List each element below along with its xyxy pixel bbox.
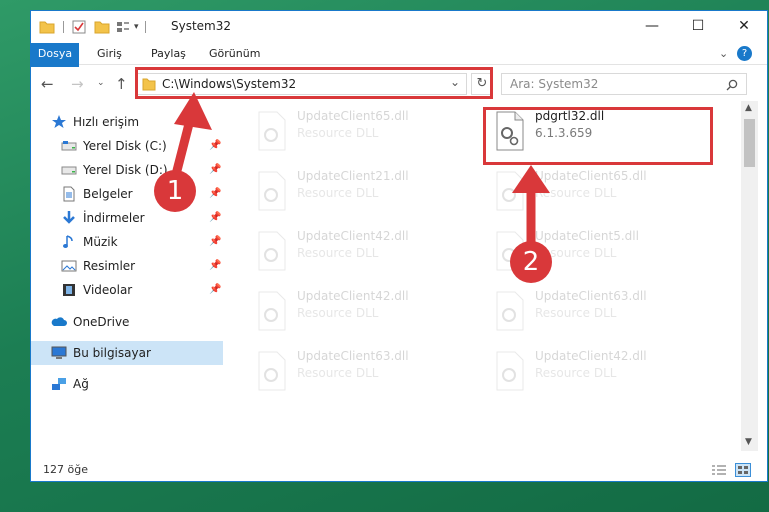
step2-badge: 2 [510,241,552,283]
search-icon [726,79,738,91]
file-highlight [483,107,713,165]
file-name: UpdateClient42.dll [535,349,647,363]
list-item[interactable]: UpdateClient63.dll Resource DLL [247,345,467,399]
step1-badge: 1 [154,170,196,212]
scroll-up-icon[interactable]: ▲ [745,103,752,113]
tab-share[interactable]: Paylaş [141,43,196,65]
expand-ribbon-icon[interactable]: ⌄ [719,47,728,60]
quick-access-toolbar: ▾ [39,18,152,36]
list-item[interactable]: UpdateClient42.dll Resource DLL [485,345,705,399]
view-options-icon[interactable] [116,20,130,34]
search-input[interactable]: Ara: System32 [501,73,747,95]
separator [144,21,146,33]
list-item[interactable]: UpdateClient42.dll Resource DLL [247,225,467,279]
sidebar-item-label: Müzik [83,235,118,249]
up-arrow-icon[interactable]: ↑ [115,75,128,93]
network-icon [52,378,66,390]
sidebar-item-pictures[interactable]: Resimler [61,255,135,277]
list-item[interactable]: UpdateClient63.dll Resource DLL [485,285,705,339]
sidebar-item-label: Videolar [83,283,133,297]
sidebar-item-onedrive[interactable]: OneDrive [51,311,129,333]
file-name: UpdateClient42.dll [297,229,409,243]
properties-icon[interactable] [72,20,86,34]
sidebar-item-label: Ağ [73,377,89,391]
sidebar-item-label: Resimler [83,259,136,273]
ribbon-tabs: Dosya Giriş Paylaş Görünüm ⌄ ? [31,43,767,97]
status-bar: 127 öğe [31,459,767,481]
sidebar-item-music[interactable]: Müzik [61,231,118,253]
sidebar-item-documents[interactable]: Belgeler [61,183,133,205]
dll-file-icon [258,291,286,331]
file-name: UpdateClient63.dll [535,289,647,303]
back-arrow-icon[interactable]: ← [41,75,54,93]
sidebar-item-label: İndirmeler [83,211,145,225]
title-bar: ▾ System32 — ☐ ✕ [31,11,767,43]
list-item[interactable]: UpdateClient42.dll Resource DLL [247,285,467,339]
music-icon [63,235,73,248]
sidebar-item-label: Belgeler [83,187,133,201]
dll-file-icon [258,231,286,271]
video-icon [63,284,75,296]
file-type: Resource DLL [535,306,617,320]
download-icon [63,211,75,224]
star-icon [52,115,66,128]
sidebar-item-network[interactable]: Ağ [51,373,89,395]
sidebar-item-label: Hızlı erişim [73,115,140,129]
file-name: UpdateClient42.dll [297,289,409,303]
folder-icon[interactable] [39,20,55,34]
sidebar-item-this-pc[interactable]: Bu bilgisayar [51,342,151,364]
customize-qa-dropdown-icon[interactable]: ▾ [134,22,139,32]
maximize-button[interactable]: ☐ [675,11,721,41]
scroll-down-icon[interactable]: ▼ [745,437,752,447]
details-view-icon[interactable] [711,464,727,476]
dll-file-icon [496,291,524,331]
sidebar-item-quick-access[interactable]: Hızlı erişim [51,111,139,133]
close-button[interactable]: ✕ [721,11,767,41]
new-folder-icon[interactable] [94,20,110,34]
tab-view[interactable]: Görünüm [199,43,270,65]
recent-locations-icon[interactable]: ⌄ [97,78,105,88]
file-type: Resource DLL [297,366,379,380]
list-item[interactable]: UpdateClient65.dll Resource DLL [247,105,467,159]
pictures-icon [61,260,77,272]
file-name: UpdateClient21.dll [297,169,409,183]
dll-file-icon [258,111,286,151]
dll-file-icon [258,171,286,211]
drive-icon [61,141,77,151]
sidebar-item-videos[interactable]: Videolar [61,279,132,301]
sidebar-item-downloads[interactable]: İndirmeler [61,207,145,229]
file-type: Resource DLL [297,126,379,140]
search-placeholder: Ara: System32 [510,77,599,91]
drive-icon [61,166,77,175]
vertical-scrollbar[interactable]: ▲ ▼ [741,101,758,451]
pin-icon[interactable]: 📌 [209,236,221,247]
help-icon[interactable]: ? [737,46,752,61]
sidebar-item-label: OneDrive [73,315,130,329]
pin-icon[interactable]: 📌 [209,284,221,295]
computer-icon [51,346,67,359]
window-title: System32 [171,19,232,33]
file-name: UpdateClient65.dll [297,109,409,123]
file-type: Resource DLL [297,186,379,200]
pin-icon[interactable]: 📌 [209,260,221,271]
documents-icon [63,186,75,202]
item-count: 127 öğe [43,463,88,476]
list-item[interactable]: UpdateClient21.dll Resource DLL [247,165,467,219]
large-icons-view-icon[interactable] [735,463,751,477]
dll-file-icon [496,351,524,391]
cloud-icon [51,317,67,326]
separator [63,21,64,33]
file-type: Resource DLL [297,246,379,260]
scrollbar-thumb[interactable] [744,119,755,167]
tab-home[interactable]: Giriş [87,43,132,65]
file-name: UpdateClient63.dll [297,349,409,363]
minimize-button[interactable]: — [629,11,675,41]
dll-file-icon [258,351,286,391]
file-type: Resource DLL [535,366,617,380]
sidebar-item-label: Bu bilgisayar [73,346,151,360]
forward-arrow-icon[interactable]: → [71,75,84,93]
file-type: Resource DLL [297,306,379,320]
